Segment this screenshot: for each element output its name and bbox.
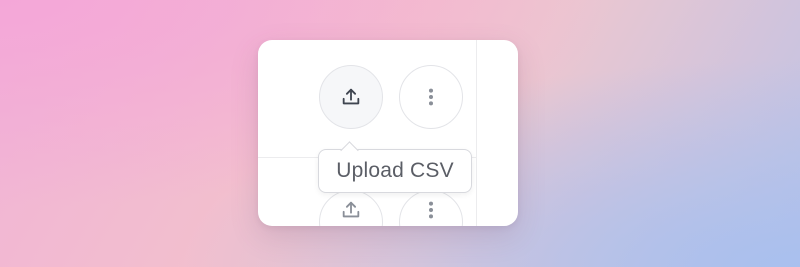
more-vertical-icon bbox=[420, 199, 442, 221]
tooltip-text: Upload CSV bbox=[336, 159, 454, 182]
column-divider bbox=[476, 40, 477, 226]
upload-button[interactable] bbox=[319, 190, 383, 226]
more-options-button[interactable] bbox=[399, 65, 463, 129]
more-options-button[interactable] bbox=[399, 190, 463, 226]
more-vertical-icon bbox=[420, 86, 442, 108]
upload-icon bbox=[340, 199, 362, 221]
upload-button[interactable] bbox=[319, 65, 383, 129]
actions-card: Upload CSV bbox=[258, 40, 518, 226]
upload-icon bbox=[340, 86, 362, 108]
upload-tooltip: Upload CSV bbox=[318, 149, 472, 193]
